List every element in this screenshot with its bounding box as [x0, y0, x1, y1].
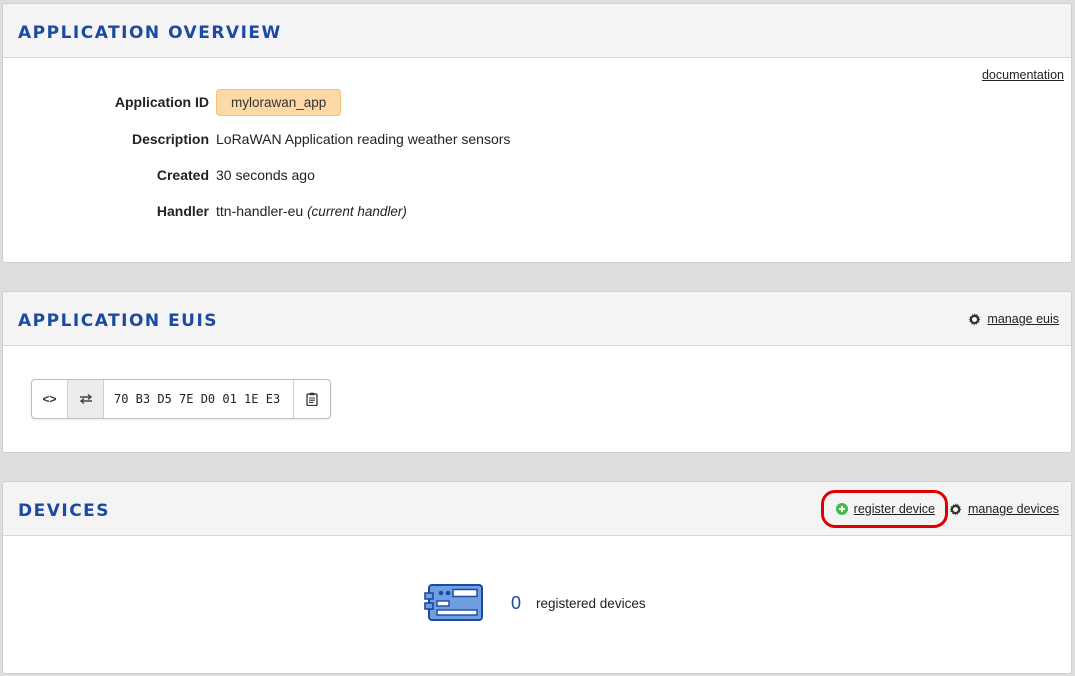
manage-euis-link[interactable]: manage euis [968, 312, 1059, 326]
manage-euis-label: manage euis [987, 312, 1059, 326]
panel-header: DEVICES register device manage devices [3, 482, 1071, 536]
current-handler-note: (current handler) [307, 204, 407, 219]
panel-header: APPLICATION OVERVIEW [3, 4, 1071, 58]
created-label: Created [156, 167, 209, 183]
device-count: 0 [511, 592, 522, 613]
handler-row: Handler ttn-handler-eu (current handler) [3, 197, 407, 225]
created-value: 30 seconds ago [216, 167, 315, 183]
application-id-label: Application ID [114, 94, 209, 110]
swap-icon [79, 393, 92, 405]
gear-icon [968, 312, 982, 326]
byte-order-swap-button[interactable] [68, 380, 104, 418]
device-summary: 0 registered devices [424, 584, 646, 622]
description-value: LoRaWAN Application reading weather sens… [216, 131, 511, 147]
handler-label: Handler [156, 203, 209, 219]
code-toggle-button[interactable]: <> [32, 380, 68, 418]
devices-panel: DEVICES register device manage devices 0… [2, 481, 1072, 674]
panel-title: APPLICATION OVERVIEW [18, 23, 282, 43]
device-board-icon [424, 584, 483, 621]
description-label: Description [131, 131, 209, 147]
plus-circle-icon [835, 503, 848, 515]
eui-value: 70 B3 D5 7E D0 01 1E E3 [104, 380, 294, 418]
panel-header: APPLICATION EUIS manage euis [3, 292, 1071, 346]
panel-title: APPLICATION EUIS [18, 311, 219, 331]
documentation-link[interactable]: documentation [982, 68, 1064, 82]
application-euis-panel: APPLICATION EUIS manage euis <> 70 B3 D5… [2, 291, 1072, 453]
device-count-label: registered devices [536, 595, 646, 611]
application-id-row: Application ID mylorawan_app [3, 88, 342, 116]
eui-field: <> 70 B3 D5 7E D0 01 1E E3 [31, 379, 331, 419]
register-device-label: register device [853, 502, 935, 516]
application-id-badge: mylorawan_app [216, 89, 342, 116]
panel-title: DEVICES [18, 501, 111, 521]
copy-button[interactable] [294, 380, 330, 418]
created-row: Created 30 seconds ago [3, 161, 315, 189]
register-device-link[interactable]: register device [835, 502, 935, 516]
handler-value: ttn-handler-eu [216, 203, 304, 219]
description-row: Description LoRaWAN Application reading … [3, 125, 510, 153]
manage-devices-label: manage devices [967, 502, 1059, 516]
application-overview-panel: APPLICATION OVERVIEW documentation Appli… [2, 3, 1072, 263]
clipboard-icon [306, 392, 318, 406]
manage-devices-link[interactable]: manage devices [949, 502, 1059, 516]
gear-icon [949, 502, 962, 516]
